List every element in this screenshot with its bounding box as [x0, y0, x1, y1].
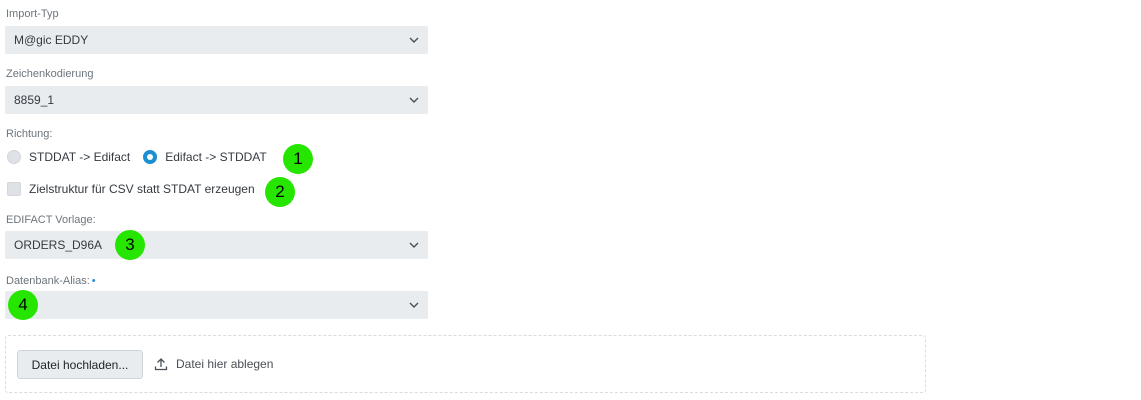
edifact-template-select[interactable]: ORDERS_D96A: [5, 231, 428, 259]
upload-file-button[interactable]: Datei hochladen...: [17, 350, 143, 379]
encoding-value: 8859_1: [14, 93, 55, 107]
upload-icon: [154, 358, 168, 371]
radio-edifact-to-stddat[interactable]: [143, 150, 158, 164]
required-marker: •: [91, 275, 96, 287]
import-type-value: M@gic EDDY: [14, 33, 89, 47]
db-alias-select[interactable]: [5, 291, 428, 319]
annotation-marker-1: 1: [283, 144, 313, 174]
edifact-template-value: ORDERS_D96A: [14, 238, 103, 252]
db-alias-label: Datenbank-Alias: •: [6, 275, 96, 287]
db-alias-label-text: Datenbank-Alias:: [6, 275, 90, 287]
drop-hint-label: Datei hier ablegen: [176, 357, 274, 371]
chevron-down-icon: [409, 242, 419, 248]
radio-edifact-to-stddat-label[interactable]: Edifact -> STDDAT: [165, 150, 266, 164]
direction-label: Richtung:: [6, 128, 53, 140]
radio-stddat-to-edifact-label[interactable]: STDDAT -> Edifact: [29, 150, 130, 164]
chevron-down-icon: [409, 37, 419, 43]
import-type-select[interactable]: M@gic EDDY: [5, 26, 428, 54]
chevron-down-icon: [409, 97, 419, 103]
csv-target-label[interactable]: Zielstruktur für CSV statt STDAT erzeuge…: [29, 182, 255, 196]
annotation-marker-4: 4: [8, 290, 38, 320]
encoding-select[interactable]: 8859_1: [5, 86, 428, 114]
import-type-label: Import-Typ: [6, 8, 59, 20]
file-dropzone[interactable]: Datei hochladen... Datei hier ablegen: [5, 335, 926, 393]
encoding-label: Zeichenkodierung: [6, 68, 94, 80]
radio-stddat-to-edifact[interactable]: [7, 150, 21, 164]
annotation-marker-3: 3: [115, 230, 145, 260]
chevron-down-icon: [409, 302, 419, 308]
drop-hint: Datei hier ablegen: [154, 357, 273, 371]
direction-radio-group: STDDAT -> Edifact Edifact -> STDDAT: [7, 150, 267, 164]
csv-target-checkbox[interactable]: [7, 182, 21, 196]
annotation-marker-2: 2: [265, 177, 295, 207]
edifact-template-label: EDIFACT Vorlage:: [6, 214, 96, 226]
csv-target-row: Zielstruktur für CSV statt STDAT erzeuge…: [7, 182, 255, 196]
